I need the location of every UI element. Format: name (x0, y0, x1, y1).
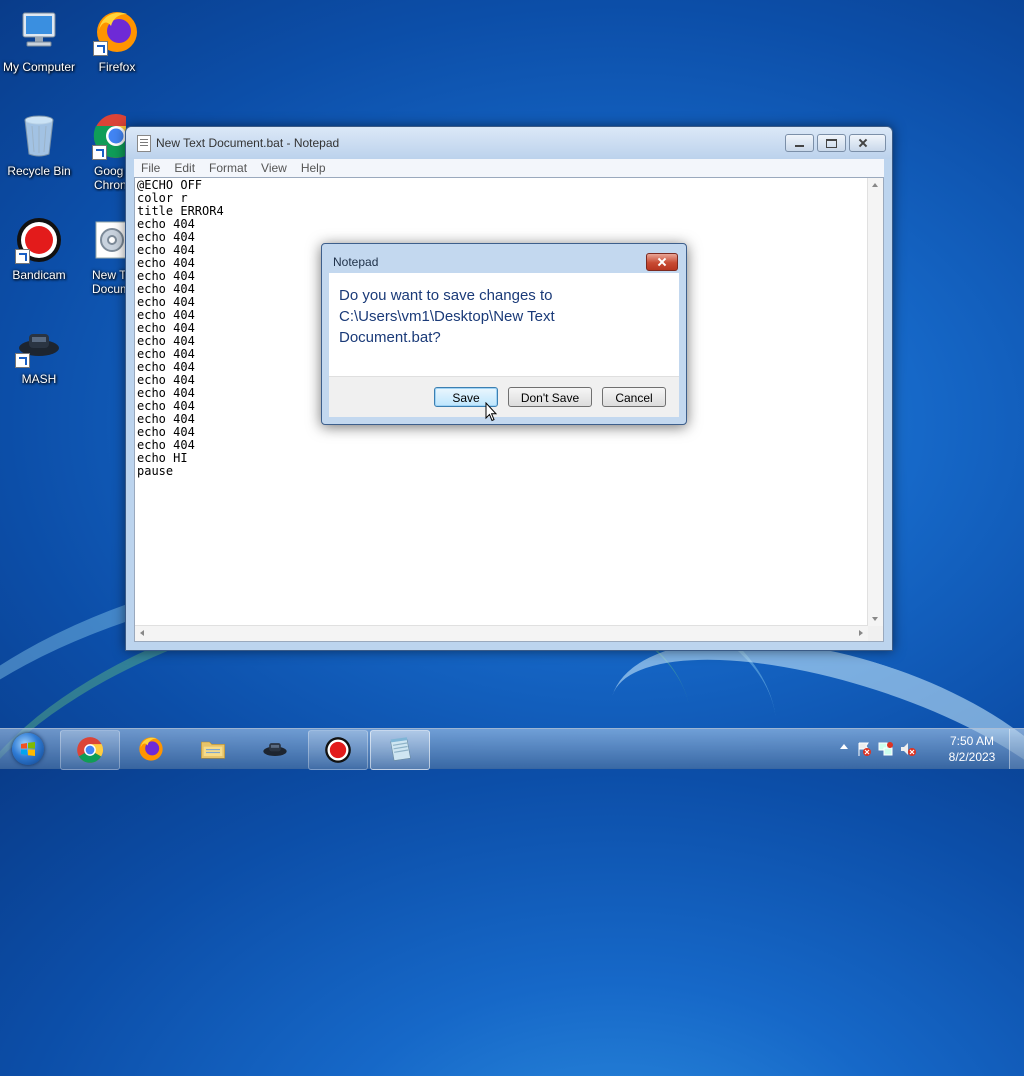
desktop-icon-label: Firefox (98, 60, 136, 74)
show-hidden-icons-icon[interactable] (840, 744, 848, 749)
chrome-icon (77, 737, 103, 763)
shortcut-arrow-icon (93, 41, 108, 56)
bandicam-icon (325, 737, 351, 763)
minimize-button[interactable] (785, 134, 814, 152)
save-changes-dialog[interactable]: Notepad Do you want to save changes to C… (321, 243, 687, 425)
desktop-icon-chrome[interactable]: Goog Chron (78, 112, 126, 192)
dialog-message: Do you want to save changes to C:\Users\… (339, 287, 555, 346)
dialog-button-row: Save Don't Save Cancel (329, 376, 679, 417)
scroll-up-icon[interactable] (872, 183, 878, 187)
volume-muted-icon[interactable] (900, 741, 916, 757)
desktop-icon-label: New T Docume (92, 268, 126, 296)
notepad-title: New Text Document.bat - Notepad (156, 136, 340, 150)
desktop-icon-label: Bandicam (12, 268, 66, 282)
desktop-icon-new-text-document[interactable]: New T Docume (78, 216, 126, 296)
taskbar-chrome[interactable] (60, 730, 120, 770)
windows-logo-icon (21, 742, 35, 756)
notepad-app-icon (137, 135, 151, 152)
desktop-icon-bandicam[interactable]: Bandicam (0, 216, 78, 282)
desktop-icon-label: Recycle Bin (7, 164, 71, 178)
close-button[interactable] (849, 134, 886, 152)
dialog-body: Do you want to save changes to C:\Users\… (329, 273, 679, 376)
shortcut-arrow-icon (15, 353, 30, 368)
scroll-left-icon[interactable] (140, 630, 144, 636)
start-button[interactable] (4, 729, 52, 769)
taskbar-bandicam[interactable] (308, 730, 368, 770)
desktop-icon-label: Goog Chron (94, 164, 126, 192)
menu-format[interactable]: Format (202, 161, 254, 175)
mash-icon (15, 320, 63, 368)
dialog-close-button[interactable] (646, 253, 678, 271)
folder-icon (201, 741, 225, 759)
chrome-icon (92, 112, 126, 160)
mouse-cursor-icon (485, 402, 497, 422)
scroll-right-icon[interactable] (859, 630, 863, 636)
desktop-icon-my-computer[interactable]: My Computer (0, 8, 78, 74)
editor-content[interactable]: @ECHO OFF color r title ERROR4 echo 404 … (137, 179, 224, 478)
vertical-scrollbar[interactable] (867, 178, 883, 626)
batch-file-icon (92, 216, 126, 264)
taskbar-mash[interactable] (246, 730, 304, 768)
cancel-button[interactable]: Cancel (602, 387, 666, 407)
taskbar-firefox[interactable] (122, 730, 180, 768)
horizontal-scrollbar[interactable] (135, 625, 868, 641)
menu-view[interactable]: View (254, 161, 294, 175)
menu-help[interactable]: Help (294, 161, 333, 175)
clock-time: 7:50 AM (949, 734, 995, 748)
notepad-icon (390, 737, 411, 761)
notepad-titlebar[interactable]: New Text Document.bat - Notepad (126, 127, 892, 159)
taskbar-explorer[interactable] (184, 730, 242, 768)
shortcut-arrow-icon (92, 145, 107, 160)
clock[interactable]: 7:50 AM 8/2/2023 (942, 733, 1002, 765)
maximize-button[interactable] (817, 134, 846, 152)
firefox-icon (93, 8, 141, 56)
desktop-icon-label: MASH (21, 372, 57, 386)
menu-file[interactable]: File (134, 161, 167, 175)
desktop-icon-label: My Computer (2, 60, 76, 74)
dialog-title: Notepad (333, 255, 379, 269)
system-tray: 7:50 AM 8/2/2023 (834, 729, 1024, 769)
firefox-icon (139, 737, 163, 761)
desktop-icon-recycle-bin[interactable]: Recycle Bin (0, 112, 78, 178)
action-center-flag-icon[interactable] (856, 741, 872, 757)
clock-date: 8/2/2023 (948, 750, 996, 764)
desktop-icon-firefox[interactable]: Firefox (78, 8, 156, 74)
taskbar-notepad[interactable] (370, 730, 430, 770)
menu-edit[interactable]: Edit (167, 161, 202, 175)
menu-bar: File Edit Format View Help (134, 159, 884, 177)
bandicam-icon (15, 216, 63, 264)
taskbar: 7:50 AM 8/2/2023 (0, 728, 1024, 770)
network-icon[interactable] (878, 741, 894, 757)
dont-save-button[interactable]: Don't Save (508, 387, 592, 407)
resize-grip[interactable] (868, 626, 883, 641)
mash-icon (263, 743, 287, 756)
desktop-icon-mash[interactable]: MASH (0, 320, 78, 386)
scroll-down-icon[interactable] (872, 617, 878, 621)
shortcut-arrow-icon (15, 249, 30, 264)
computer-icon (15, 8, 63, 56)
recycle-bin-icon (15, 112, 63, 160)
show-desktop-button[interactable] (1009, 729, 1024, 769)
